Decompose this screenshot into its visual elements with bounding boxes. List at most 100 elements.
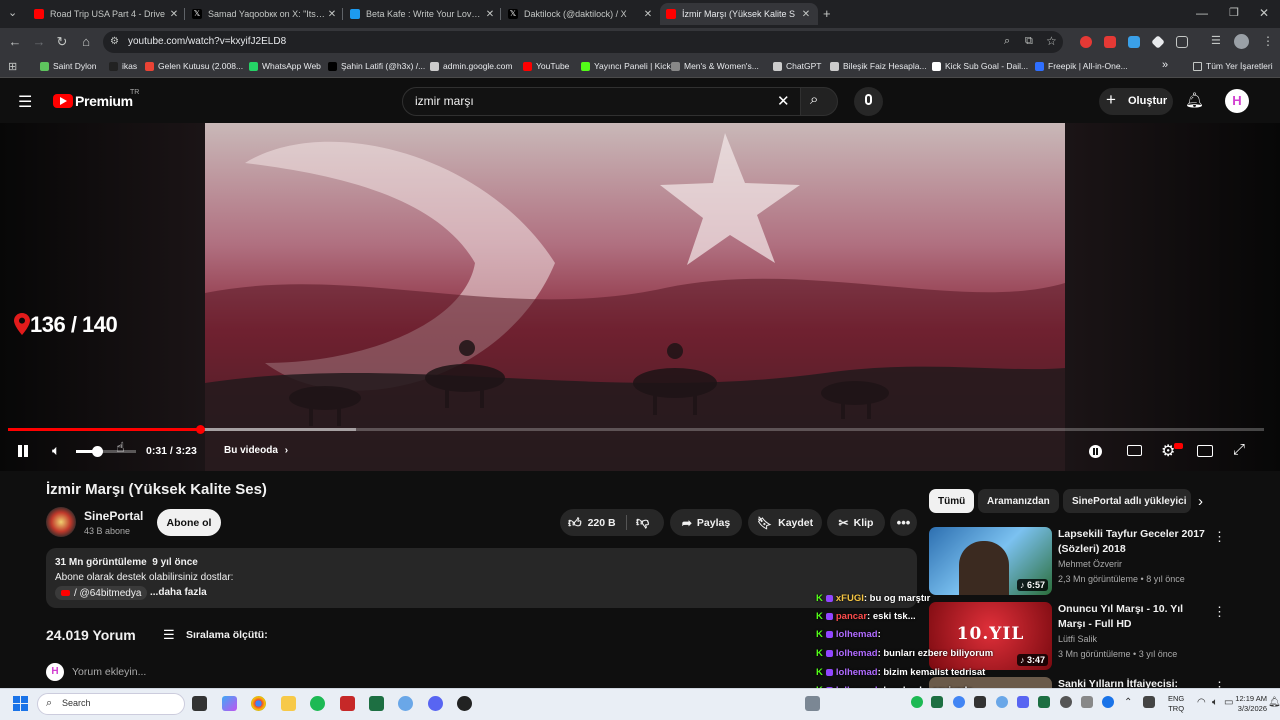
chip-from-search[interactable]: Aramanızdan [978,489,1059,513]
sort-label[interactable]: Sıralama ölçütü: [186,629,268,641]
app-icon[interactable] [340,696,355,711]
extensions-puzzle-icon[interactable] [1176,36,1188,48]
youtube-logo-icon[interactable] [53,94,73,108]
excel-icon[interactable] [369,696,384,711]
fullscreen-icon[interactable]: ⤢ [1233,441,1245,458]
browser-tab-active[interactable]: İzmir Marşı (Yüksek Kalite S ✕ [660,3,818,25]
tray-app-icon[interactable] [996,696,1008,708]
chrome-icon[interactable] [251,696,266,711]
theater-mode-icon[interactable] [1197,445,1213,457]
bookmark-item[interactable]: Gelen Kutusu (2.008... [145,61,243,71]
bookmark-item[interactable]: admin.google.com [430,61,512,71]
bookmark-star-icon[interactable]: ☆ [1046,34,1057,48]
settings-app-icon[interactable] [398,696,413,711]
channel-handle-link[interactable]: / @64bitmedya [55,586,148,600]
obs-icon[interactable] [457,696,472,711]
extension-icon[interactable] [1128,36,1140,48]
cast-icon[interactable]: ⧉ [1025,35,1033,48]
tray-spotify-icon[interactable] [911,696,923,708]
tray-chrome-icon[interactable] [953,696,965,708]
bookmarks-overflow-button[interactable]: » [1162,59,1168,71]
share-button[interactable]: ➦ Paylaş [670,509,742,536]
tray-app-icon[interactable] [931,696,943,708]
more-options-icon[interactable]: ⋮ [1213,604,1226,620]
bookmark-item[interactable]: YouTube [523,61,569,71]
progress-scrubber[interactable] [195,425,205,434]
new-tab-button[interactable]: + [823,6,831,21]
recommended-channel[interactable]: Lütfi Salik [1058,634,1097,644]
clear-search-icon[interactable]: ✕ [777,92,790,110]
extension-icon[interactable] [1080,36,1092,48]
taskbar-search-input[interactable] [37,693,185,715]
close-window-button[interactable]: ✕ [1259,6,1269,20]
apps-grid-icon[interactable]: ⊞ [8,60,17,73]
close-icon[interactable]: ✕ [484,9,496,20]
tray-app-icon[interactable] [1143,696,1155,708]
recommended-title[interactable]: Lapsekili Tayfur Geceler 2017 (Sözleri) … [1058,527,1210,557]
speaker-icon[interactable]: 🔈︎ [1212,697,1218,708]
recommended-title[interactable]: Onuncu Yıl Marşı - 10. Yıl Marşı - Full … [1058,602,1210,632]
subtitles-icon[interactable] [1127,445,1142,456]
chevron-right-icon[interactable]: › [1198,493,1203,510]
all-bookmarks-folder[interactable]: Tüm Yer İşaretleri [1193,61,1273,71]
bookmark-item[interactable]: ikas [109,61,137,71]
voice-search-button[interactable] [854,87,883,116]
close-icon[interactable]: ✕ [642,9,654,20]
youtube-logo-text[interactable]: Premium [75,93,133,109]
bookmark-item[interactable]: ChatGPT [773,61,821,71]
tray-app-icon[interactable] [974,696,986,708]
file-explorer-icon[interactable] [281,696,296,711]
forward-button[interactable]: → [31,34,47,50]
bookmark-item[interactable]: Men's & Women's... [671,61,759,71]
clock[interactable]: 12:19 AM 3/3/2026 [1233,694,1267,714]
more-options-icon[interactable]: ⋮ [1213,529,1226,545]
more-options-icon[interactable]: ⋮ [1213,679,1226,688]
video-frame[interactable] [205,123,1065,471]
bookmark-item[interactable]: WhatsApp Web [249,61,321,71]
chapter-button[interactable]: Bu videoda › [224,445,288,456]
bookmark-item[interactable]: Kick Sub Goal - Dail... [932,61,1028,71]
recommended-video[interactable]: 10.YIL ♪ 3:47 Onuncu Yıl Marşı - 10. Yıl… [929,602,1229,670]
tab-search-icon[interactable]: ⌄ [8,6,17,19]
wifi-icon[interactable]: ◠ [1197,697,1206,708]
notifications-bell-icon[interactable]: 🔔︎ [1185,91,1204,109]
like-button[interactable]: 👍︎ 220 B [568,515,616,531]
chip-all[interactable]: Tümü [929,489,975,513]
reload-button[interactable]: ↻ [54,34,70,50]
tray-app-icon[interactable] [805,696,820,711]
clip-button[interactable]: ✂ Klip [827,509,885,536]
tray-app-icon[interactable] [1038,696,1050,708]
show-more-link[interactable]: ...daha fazla [150,587,207,598]
close-icon[interactable]: ✕ [168,9,180,20]
discord-icon[interactable] [428,696,443,711]
browser-tab[interactable]: Beta Kafe : Write Your Love Sto ✕ [344,3,502,25]
more-actions-button[interactable]: ••• [890,509,917,536]
reading-list-icon[interactable]: ☰ [1211,34,1221,47]
tray-app-icon[interactable] [1081,696,1093,708]
thumbs-down-icon[interactable]: 👎︎ [636,514,649,530]
taskbar-search-placeholder[interactable]: Search [62,698,91,708]
extension-icon[interactable] [1104,36,1116,48]
copilot-icon[interactable] [222,696,237,711]
subscribe-button[interactable]: Abone ol [157,509,221,536]
spotify-icon[interactable] [310,696,325,711]
sort-icon[interactable]: ☰ [163,627,175,643]
channel-name[interactable]: SinePortal [84,509,143,523]
bookmark-item[interactable]: Freepik | All-in-One... [1035,61,1128,71]
volume-icon[interactable]: 🔈︎ [52,442,60,459]
hamburger-menu-icon[interactable]: ☰ [18,92,32,112]
input-language[interactable]: ENG TRQ [1168,694,1184,714]
tray-app-icon[interactable] [1017,696,1029,708]
recommended-video[interactable]: Sanki Yılların İtfaiyecisi: Polisin ⋮ [929,677,1229,688]
browser-menu-icon[interactable]: ⋮ [1262,34,1274,48]
chip-uploader[interactable]: SinePortal adlı yükleyici [1063,489,1191,513]
account-avatar[interactable]: H [1225,89,1249,113]
bookmark-item[interactable]: Yayıncı Paneli | Kick [581,61,671,71]
bookmark-item[interactable]: Bileşik Faiz Hesapla... [830,61,927,71]
notifications-icon[interactable]: 🔔︎ [1268,697,1280,708]
bookmark-item[interactable]: Şahin Latifi (@h3x) /... [328,61,425,71]
browser-tab[interactable]: 𝕏 Samad Yaqoobкк on X: "Its calle ✕ [186,3,344,25]
comment-input[interactable]: Yorum ekleyin... [72,666,146,678]
recommended-video[interactable]: ♪ 6:57 Lapsekili Tayfur Geceler 2017 (Sö… [929,527,1229,595]
recommended-channel[interactable]: Mehmet Özverir [1058,559,1122,569]
